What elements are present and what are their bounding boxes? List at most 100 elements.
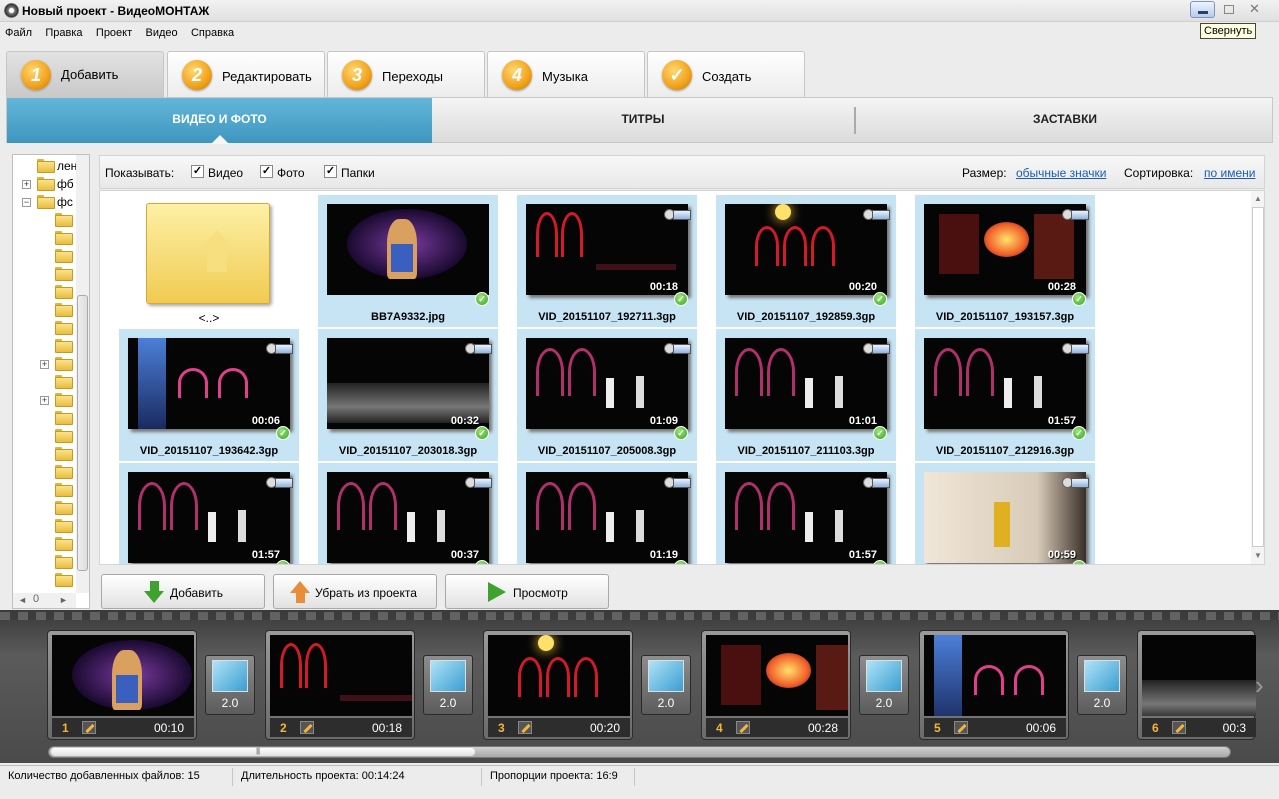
folder-icon[interactable]: [55, 231, 73, 245]
tab-video-photo[interactable]: ВИДЕО И ФОТО: [7, 98, 432, 144]
expand-icon[interactable]: +: [40, 360, 49, 369]
transition-block[interactable]: 2.0: [641, 655, 691, 715]
expand-icon[interactable]: +: [40, 396, 49, 405]
file-item[interactable]: 00:28 ✓ VID_20151107_193157.3gp: [915, 195, 1095, 327]
file-item[interactable]: 01:01 ✓ VID_20151107_211103.3gp: [716, 329, 896, 461]
chevron-right-icon[interactable]: ›: [1255, 670, 1264, 701]
pencil-icon[interactable]: [954, 721, 968, 734]
video-checkbox[interactable]: ✓: [191, 165, 204, 178]
step-tab-add[interactable]: 1 Добавить: [6, 51, 164, 97]
file-item[interactable]: 01:57 ✓ VID_20151107_212916.3gp: [915, 329, 1095, 461]
folder-icon[interactable]: [55, 303, 73, 317]
menu-file[interactable]: Файл: [0, 24, 37, 39]
scroll-thumb[interactable]: [1252, 207, 1264, 547]
scroll-up-icon[interactable]: ▲: [1254, 194, 1262, 203]
grid-vertical-scrollbar[interactable]: ▲ ▼: [1251, 191, 1264, 564]
timeline-clip[interactable]: 4 00:28: [701, 630, 851, 740]
timeline-scrollbar[interactable]: ||||: [48, 746, 1231, 758]
file-item[interactable]: 01:19✓: [517, 463, 697, 564]
folder-icon[interactable]: [55, 573, 73, 587]
close-button[interactable]: ✕: [1242, 1, 1267, 18]
maximize-button[interactable]: [1216, 1, 1241, 18]
tree-vertical-scrollbar[interactable]: [76, 155, 89, 593]
folder-icon[interactable]: [55, 213, 73, 227]
folder-icon[interactable]: [55, 357, 73, 371]
menu-project[interactable]: Проект: [91, 24, 137, 39]
menu-video[interactable]: Видео: [140, 24, 182, 39]
transition-duration: 2.0: [1093, 696, 1111, 710]
file-item[interactable]: ✓ BB7A9332.jpg: [318, 195, 498, 327]
sort-link[interactable]: по имени: [1204, 166, 1255, 180]
file-item[interactable]: 00:32 ✓ VID_20151107_203018.3gp: [318, 329, 498, 461]
transition-block[interactable]: 2.0: [205, 655, 255, 715]
folder-icon[interactable]: [55, 393, 73, 407]
file-item[interactable]: 01:57✓: [119, 463, 299, 564]
clip-thumbnail: [488, 635, 630, 716]
minimize-button[interactable]: [1190, 1, 1215, 18]
timeline-clip[interactable]: 2 00:18: [265, 630, 415, 740]
menu-edit[interactable]: Правка: [40, 24, 87, 39]
transition-block[interactable]: 2.0: [423, 655, 473, 715]
tab-screensavers[interactable]: ЗАСТАВКИ: [856, 98, 1274, 143]
timeline-clip[interactable]: 3 00:20: [483, 630, 633, 740]
folder-icon[interactable]: [55, 501, 73, 515]
pencil-icon[interactable]: [518, 721, 532, 734]
folder-icon[interactable]: [55, 465, 73, 479]
folder-icon[interactable]: [55, 519, 73, 533]
remove-from-project-button[interactable]: Убрать из проекта: [273, 574, 437, 609]
folders-checkbox[interactable]: ✓: [324, 165, 337, 178]
folder-icon[interactable]: [55, 429, 73, 443]
file-item[interactable]: 01:09 ✓ VID_20151107_205008.3gp: [517, 329, 697, 461]
transition-block[interactable]: 2.0: [1077, 655, 1127, 715]
file-item[interactable]: 00:37✓: [318, 463, 498, 564]
step-tab-transitions[interactable]: 3 Переходы: [327, 51, 485, 97]
transition-block[interactable]: 2.0: [859, 655, 909, 715]
folder-icon[interactable]: [55, 555, 73, 569]
file-item[interactable]: 00:06 ✓ VID_20151107_193642.3gp: [119, 329, 299, 461]
file-item[interactable]: 00:59✓: [915, 463, 1095, 564]
folder-icon[interactable]: [55, 447, 73, 461]
pencil-icon[interactable]: [82, 721, 96, 734]
file-item[interactable]: 00:20 ✓ VID_20151107_192859.3gp: [716, 195, 896, 327]
step-tab-create[interactable]: ✓ Создать: [647, 51, 805, 97]
pencil-icon[interactable]: [736, 721, 750, 734]
folder-icon[interactable]: [55, 267, 73, 281]
scroll-thumb[interactable]: ||||: [51, 748, 475, 756]
photo-checkbox[interactable]: ✓: [260, 165, 273, 178]
file-item[interactable]: 00:18 ✓ VID_20151107_192711.3gp: [517, 195, 697, 327]
expand-icon[interactable]: +: [22, 180, 31, 189]
timeline-clip[interactable]: 6 00:3: [1137, 630, 1256, 740]
clip-info-bar: 5 00:06: [924, 718, 1066, 737]
preview-button-label: Просмотр: [513, 586, 568, 600]
preview-button[interactable]: Просмотр: [445, 574, 609, 609]
scroll-left-icon[interactable]: ◄: [18, 595, 27, 605]
step-tab-music[interactable]: 4 Музыка: [487, 51, 645, 97]
step-tab-edit[interactable]: 2 Редактировать: [167, 51, 325, 97]
tree-horizontal-scrollbar[interactable]: ◄ 0 ►: [13, 593, 76, 608]
scroll-down-icon[interactable]: ▼: [1254, 551, 1262, 560]
folder-icon[interactable]: [55, 537, 73, 551]
scroll-thumb[interactable]: [77, 295, 88, 571]
pencil-icon[interactable]: [300, 721, 314, 734]
folder-icon[interactable]: [55, 321, 73, 335]
folder-icon[interactable]: [55, 285, 73, 299]
size-link[interactable]: обычные значки: [1016, 166, 1106, 180]
folder-icon[interactable]: [55, 411, 73, 425]
file-item-parent[interactable]: <..>: [119, 195, 299, 327]
menu-help[interactable]: Справка: [186, 24, 239, 39]
timeline-clip[interactable]: 1 00:10: [47, 630, 197, 740]
tab-titles[interactable]: ТИТРЫ: [432, 98, 854, 143]
folder-icon[interactable]: [55, 249, 73, 263]
folder-icon[interactable]: [55, 483, 73, 497]
scroll-value: 0: [33, 593, 40, 605]
folder-icon[interactable]: [55, 375, 73, 389]
collapse-icon[interactable]: −: [22, 198, 31, 207]
pencil-icon[interactable]: [1172, 721, 1186, 734]
add-button[interactable]: Добавить: [101, 574, 265, 609]
scroll-right-icon[interactable]: ►: [59, 595, 68, 605]
timeline-clip[interactable]: 5 00:06: [919, 630, 1069, 740]
file-duration: 00:59: [1047, 549, 1076, 561]
file-duration: 00:20: [848, 281, 877, 293]
file-item[interactable]: 01:57✓: [716, 463, 896, 564]
folder-icon[interactable]: [55, 339, 73, 353]
